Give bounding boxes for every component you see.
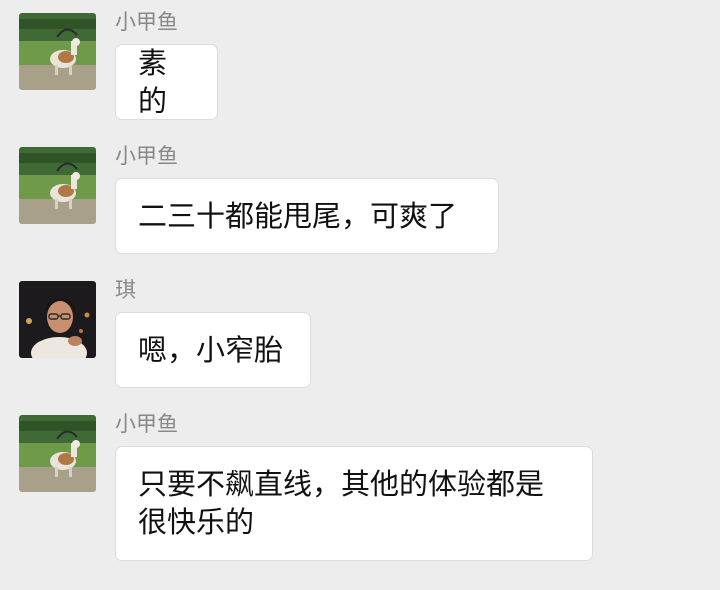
- message-bubble[interactable]: 嗯，小窄胎: [115, 312, 311, 388]
- message-row: 小甲鱼 二三十都能甩尾，可爽了: [0, 144, 720, 254]
- message-row: 小甲鱼 只要不飙直线，其他的体验都是很快乐的: [0, 412, 720, 565]
- sender-name: 小甲鱼: [115, 144, 178, 168]
- person-avatar-icon[interactable]: [19, 281, 96, 358]
- message-bubble[interactable]: 素的: [115, 44, 218, 120]
- message-row: 琪 嗯，小窄胎: [0, 278, 720, 388]
- sender-name: 小甲鱼: [115, 10, 178, 34]
- message-row: 小甲鱼 素的: [0, 10, 720, 120]
- message-bubble[interactable]: 只要不飙直线，其他的体验都是很快乐的: [115, 446, 593, 561]
- chat-area: 小甲鱼 素的 小甲鱼 二三十都能甩尾，可爽了 琪 嗯，小窄胎 小甲鱼 只要不飙直…: [0, 0, 720, 590]
- message-bubble[interactable]: 二三十都能甩尾，可爽了: [115, 178, 499, 254]
- message-text: 只要不飙直线，其他的体验都是很快乐的: [138, 467, 545, 539]
- message-text: 素的: [138, 46, 168, 118]
- oryx-avatar-icon[interactable]: [19, 13, 96, 90]
- sender-name: 琪: [115, 278, 136, 302]
- sender-name: 小甲鱼: [115, 412, 178, 436]
- message-text: 二三十都能甩尾，可爽了: [138, 199, 458, 233]
- oryx-avatar-icon[interactable]: [19, 415, 96, 492]
- message-text: 嗯，小窄胎: [138, 333, 284, 367]
- oryx-avatar-icon[interactable]: [19, 147, 96, 224]
